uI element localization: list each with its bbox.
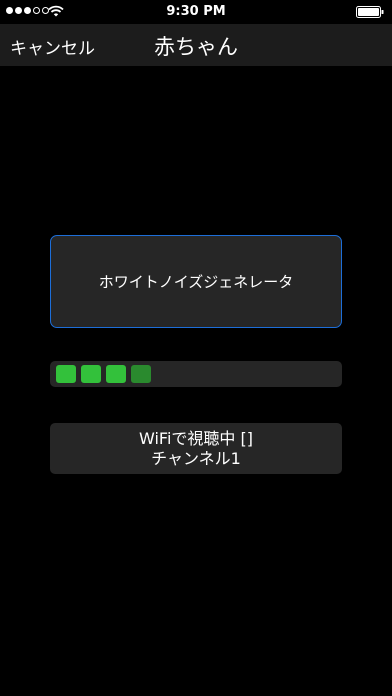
status-time: 9:30 PM — [166, 4, 226, 19]
channel-label: チャンネル1 — [151, 448, 241, 468]
cancel-button[interactable]: キャンセル — [10, 34, 95, 59]
level-segment — [131, 365, 151, 383]
wifi-status-line: WiFiで視聴中 [] — [139, 428, 253, 448]
white-noise-generator-button[interactable]: ホワイトノイズジェネレータ — [50, 235, 342, 328]
wifi-status-panel: WiFiで視聴中 [] チャンネル1 — [50, 423, 342, 474]
white-noise-generator-label: ホワイトノイズジェネレータ — [98, 273, 294, 291]
battery-icon — [356, 6, 384, 18]
status-bar: 9:30 PM — [0, 0, 392, 24]
audio-level-meter — [50, 361, 342, 387]
navigation-bar: キャンセル 赤ちゃん — [0, 24, 392, 66]
level-segment — [106, 365, 126, 383]
level-segment — [56, 365, 76, 383]
level-segment — [81, 365, 101, 383]
